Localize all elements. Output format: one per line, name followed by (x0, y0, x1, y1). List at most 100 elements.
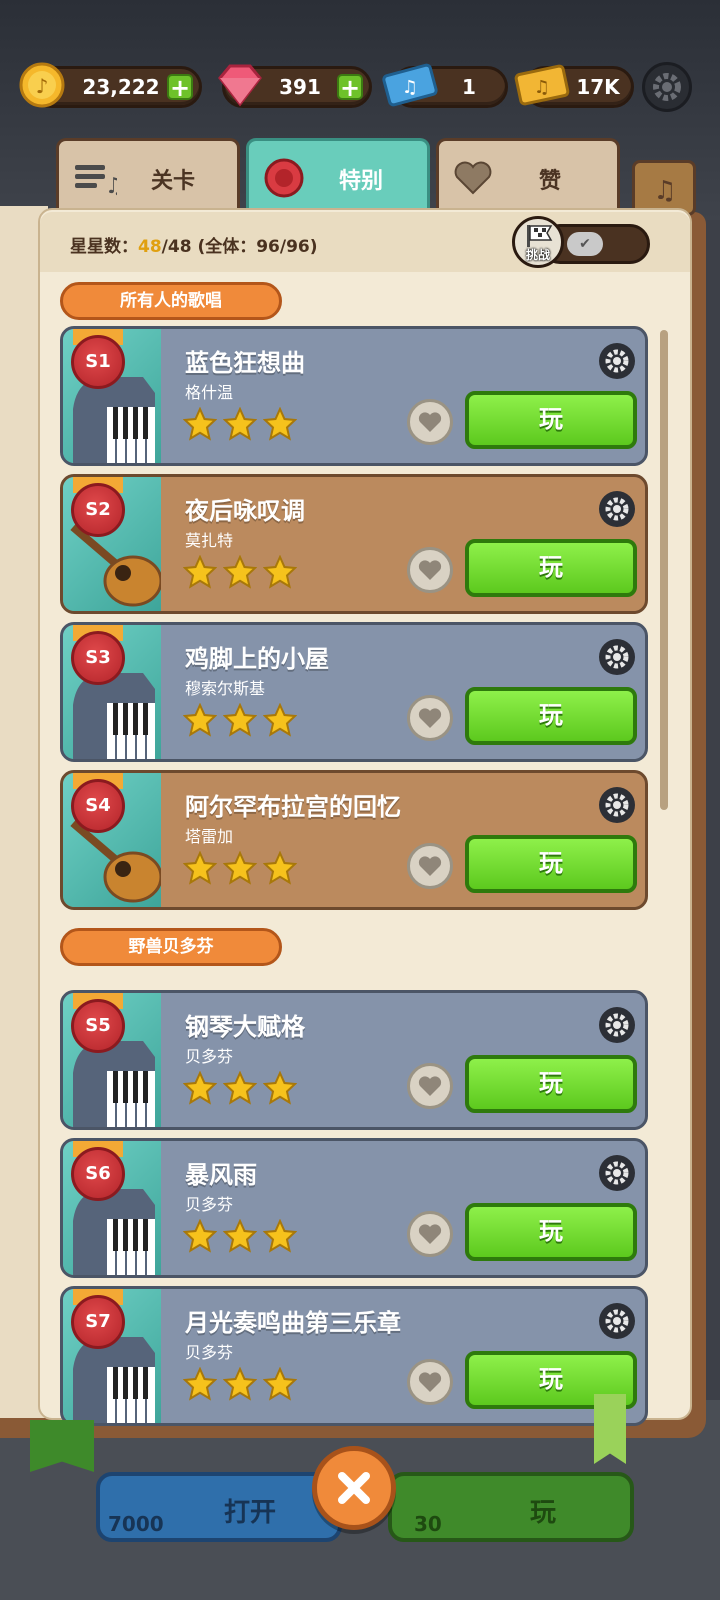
add-coins-button[interactable]: + (167, 74, 193, 100)
music-note-icon: ♫ (653, 176, 676, 205)
gear-icon (605, 645, 629, 669)
heart-icon (454, 161, 492, 195)
play-button[interactable]: 玩 (465, 1055, 637, 1113)
song-title: 月光奏鸣曲第三乐章 (185, 1309, 401, 1337)
open-cost: 7000 (108, 1512, 164, 1536)
tab-levels[interactable]: ♫ 关卡 (56, 138, 240, 212)
heart-icon (418, 856, 442, 876)
stars-prefix: 星星数： (70, 237, 138, 257)
song-stars (182, 1366, 298, 1405)
song-settings-button[interactable] (599, 491, 635, 527)
star-icon (262, 850, 298, 889)
song-id-seal: S3 (71, 631, 125, 685)
stars-summary: 星星数：48/48 (全体：96/96) (70, 232, 318, 257)
song-settings-button[interactable] (599, 343, 635, 379)
song-settings-button[interactable] (599, 1007, 635, 1043)
song-settings-button[interactable] (599, 787, 635, 823)
tab-special[interactable]: 特别 (246, 138, 430, 212)
star-icon (222, 702, 258, 741)
heart-icon (418, 1224, 442, 1244)
play-button[interactable]: 玩 (465, 391, 637, 449)
star-icon (262, 1218, 298, 1257)
bottom-play-button[interactable]: 30 玩 (388, 1472, 634, 1542)
song-title: 鸡脚上的小屋 (185, 645, 329, 673)
checkmark-icon: ✔ (567, 232, 603, 256)
coin-icon: ♪ (19, 62, 65, 108)
settings-button[interactable] (642, 62, 692, 112)
song-title: 阿尔罕布拉宫的回忆 (185, 793, 401, 821)
song-composer: 贝多芬 (185, 1195, 234, 1214)
song-stars (182, 1070, 298, 1109)
play-button[interactable]: 玩 (465, 687, 637, 745)
svg-text:♫: ♫ (653, 176, 676, 205)
heart-icon (418, 1372, 442, 1392)
close-button[interactable] (312, 1446, 396, 1530)
play-button[interactable]: 玩 (465, 1203, 637, 1261)
song-title: 暴风雨 (185, 1161, 257, 1189)
tab-likes-label: 赞 (539, 169, 562, 194)
gems-value: 391 (279, 75, 321, 99)
like-button[interactable] (407, 843, 453, 889)
song-id-seal: S4 (71, 779, 125, 833)
star-icon (222, 850, 258, 889)
star-icon (182, 850, 218, 889)
song-title: 夜后咏叹调 (185, 497, 305, 525)
like-button[interactable] (407, 695, 453, 741)
gold-ticket-value: 17K (576, 75, 620, 99)
star-icon (262, 1366, 298, 1405)
tab-levels-label: 关卡 (151, 169, 196, 194)
song-composer: 贝多芬 (185, 1047, 234, 1066)
like-button[interactable] (407, 547, 453, 593)
music-sheet-icon: ♫ (75, 165, 117, 197)
add-gems-button[interactable]: + (337, 74, 363, 100)
song-card[interactable]: S2 夜后咏叹调 莫扎特 玩 (60, 474, 648, 614)
song-card[interactable]: S3 鸡脚上的小屋 穆索尔斯基 玩 (60, 622, 648, 762)
like-button[interactable] (407, 1063, 453, 1109)
gem-icon (218, 64, 262, 107)
song-card[interactable]: S5 钢琴大赋格 贝多芬 玩 (60, 990, 648, 1130)
song-id-seal: S7 (71, 1295, 125, 1349)
blue-ticket-icon: ♫ (382, 63, 438, 107)
coins-value: 23,222 (82, 75, 160, 99)
section-header-2: 野兽贝多芬 (60, 928, 282, 966)
challenge-label: 挑战 (525, 248, 550, 262)
bottom-play-label: 玩 (530, 1498, 557, 1528)
svg-text:♪: ♪ (36, 74, 49, 98)
star-icon (262, 406, 298, 445)
open-button[interactable]: 7000 打开 (96, 1472, 342, 1542)
song-card[interactable]: S7 月光奏鸣曲第三乐章 贝多芬玩 (60, 1286, 648, 1426)
star-icon (182, 406, 218, 445)
gear-icon (605, 793, 629, 817)
play-button[interactable]: 玩 (465, 539, 637, 597)
song-stars (182, 406, 298, 445)
star-icon (222, 554, 258, 593)
scrollbar[interactable] (660, 330, 668, 810)
song-composer: 格什温 (185, 383, 234, 402)
song-card[interactable]: S1 蓝色狂想曲 格什温 玩 (60, 326, 648, 466)
play-button[interactable]: 玩 (465, 835, 637, 893)
section-header-1: 所有人的歌唱 (60, 282, 282, 320)
open-label: 打开 (224, 1498, 277, 1528)
heart-icon (418, 1076, 442, 1096)
like-button[interactable] (407, 1359, 453, 1405)
star-icon (262, 554, 298, 593)
challenge-badge[interactable]: 挑战 (512, 216, 564, 268)
tab-special-label: 特别 (339, 169, 384, 194)
red-seal-icon (264, 158, 304, 198)
close-icon (338, 1472, 370, 1504)
like-button[interactable] (407, 1211, 453, 1257)
like-button[interactable] (407, 399, 453, 445)
song-stars (182, 702, 298, 741)
song-composer: 莫扎特 (185, 531, 234, 550)
star-icon (182, 1218, 218, 1257)
star-icon (222, 1218, 258, 1257)
song-settings-button[interactable] (599, 1155, 635, 1191)
song-card[interactable]: S4 阿尔罕布拉宫的回忆 塔雷加 玩 (60, 770, 648, 910)
stars-rest: /48 (全体：96/96) (161, 237, 318, 257)
song-settings-button[interactable] (599, 1303, 635, 1339)
star-icon (222, 1366, 258, 1405)
heart-icon (418, 708, 442, 728)
tab-likes[interactable]: 赞 (436, 138, 620, 212)
song-card[interactable]: S6 暴风雨 贝多芬 玩 (60, 1138, 648, 1278)
song-settings-button[interactable] (599, 639, 635, 675)
